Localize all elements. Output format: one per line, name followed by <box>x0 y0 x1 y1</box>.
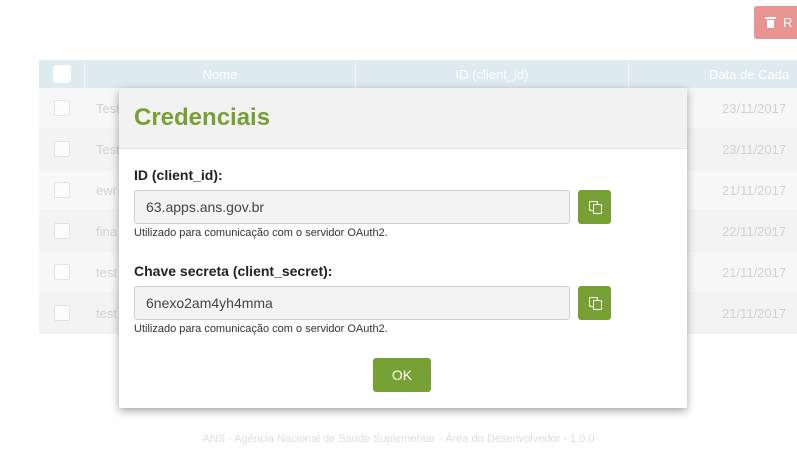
copy-client-id-button[interactable] <box>578 190 611 224</box>
copy-icon <box>588 201 602 214</box>
client-id-label: ID (client_id): <box>134 167 223 183</box>
client-secret-label: Chave secreta (client_secret): <box>134 263 333 279</box>
modal-header: Credenciais <box>119 88 687 149</box>
client-id-field[interactable] <box>134 190 570 224</box>
ok-button[interactable]: OK <box>373 358 431 392</box>
credentials-modal: Credenciais ID (client_id): Utilizado pa… <box>119 88 687 408</box>
copy-client-secret-button[interactable] <box>578 286 611 320</box>
client-id-help: Utilizado para comunicação com o servido… <box>134 227 388 239</box>
copy-icon <box>588 297 602 310</box>
client-secret-field[interactable] <box>134 286 570 320</box>
modal-title: Credenciais <box>134 104 271 131</box>
client-secret-help: Utilizado para comunicação com o servido… <box>134 323 388 335</box>
